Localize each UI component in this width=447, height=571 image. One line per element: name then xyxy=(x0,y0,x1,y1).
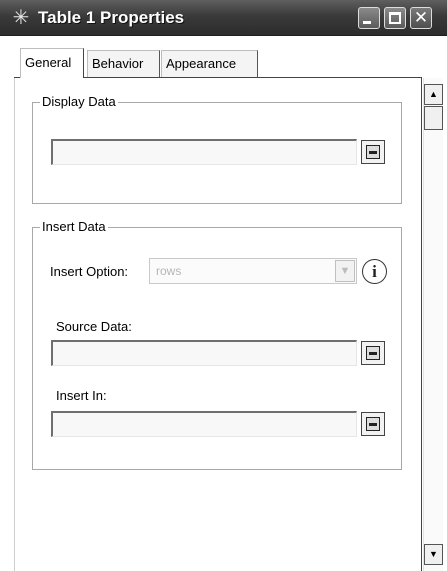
maximize-button[interactable] xyxy=(384,7,406,29)
display-data-group-label: Display Data xyxy=(40,94,118,110)
table-select-icon xyxy=(366,346,380,360)
tab-appearance[interactable]: Appearance xyxy=(161,50,258,77)
wand-star-icon: ✳ xyxy=(12,7,30,29)
close-icon: ✕ xyxy=(413,8,429,27)
source-data-label: Source Data: xyxy=(56,319,132,334)
insert-option-select[interactable]: rows ▼ xyxy=(149,258,357,284)
display-data-field[interactable] xyxy=(51,139,357,165)
display-data-browse-button[interactable] xyxy=(361,140,385,164)
tab-behavior[interactable]: Behavior xyxy=(87,50,160,77)
window-title: Table 1 Properties xyxy=(38,8,185,27)
scroll-down-icon[interactable]: ▼ xyxy=(424,544,443,565)
insert-in-browse-button[interactable] xyxy=(361,412,385,436)
insert-option-value: rows xyxy=(156,264,182,278)
info-icon[interactable]: i xyxy=(362,259,387,284)
source-data-field[interactable] xyxy=(51,340,357,366)
insert-in-label: Insert In: xyxy=(56,388,107,403)
insert-option-label: Insert Option: xyxy=(50,264,129,279)
table-select-icon xyxy=(366,417,380,431)
table-select-icon xyxy=(366,145,380,159)
vertical-scrollbar[interactable]: ▲ ▼ xyxy=(423,78,443,571)
close-button[interactable]: ✕ xyxy=(410,7,432,29)
maximize-icon xyxy=(389,12,401,24)
insert-data-group-label: Insert Data xyxy=(40,219,108,235)
chevron-down-icon[interactable]: ▼ xyxy=(335,260,355,282)
insert-in-field[interactable] xyxy=(51,411,357,437)
tab-general[interactable]: General xyxy=(20,48,84,78)
properties-window: ✳ Table 1 Properties ✕ General Behavior … xyxy=(0,0,447,571)
source-data-browse-button[interactable] xyxy=(361,341,385,365)
scroll-thumb[interactable] xyxy=(424,106,443,130)
minimize-button[interactable] xyxy=(358,7,380,29)
scroll-up-icon[interactable]: ▲ xyxy=(424,84,443,105)
title-bar[interactable]: ✳ Table 1 Properties ✕ xyxy=(0,0,447,36)
tab-strip: General Behavior Appearance xyxy=(0,48,447,78)
minimize-icon xyxy=(363,21,371,24)
